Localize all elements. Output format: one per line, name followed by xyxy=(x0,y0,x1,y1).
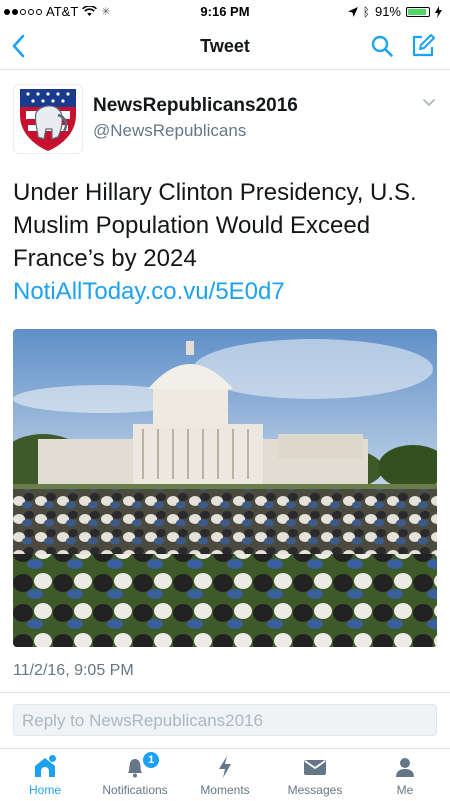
charging-bolt-icon xyxy=(435,5,442,18)
republican-shield-logo xyxy=(20,89,76,151)
status-bar: AT&T ✳ 9:16 PM ᛒ 91% xyxy=(0,0,450,24)
tweet-link[interactable]: NotiAllToday.co.vu/5E0d7 xyxy=(13,278,285,305)
tweet-body: Under Hillary Clinton Presidency, U.S. M… xyxy=(13,179,417,273)
envelope-icon xyxy=(304,760,326,775)
tweet-text: Under Hillary Clinton Presidency, U.S. M… xyxy=(13,176,443,308)
avatar[interactable] xyxy=(13,84,83,154)
notification-badge: 1 xyxy=(142,751,161,769)
compose-icon[interactable] xyxy=(410,33,436,59)
chevron-down-icon[interactable] xyxy=(422,98,436,108)
divider xyxy=(0,692,450,693)
bluetooth-icon: ᛒ xyxy=(362,4,370,19)
tab-me[interactable]: Me xyxy=(360,749,450,801)
tweet-photo[interactable] xyxy=(13,329,437,647)
tab-label: Me xyxy=(396,783,414,797)
battery-percent: 91% xyxy=(374,4,401,19)
user-handle[interactable]: @NewsRepublicans xyxy=(93,121,246,141)
tab-notifications[interactable]: 1 Notifications xyxy=(90,749,180,801)
reply-input[interactable]: Reply to NewsRepublicans2016 xyxy=(13,704,437,736)
tweet-timestamp: 11/2/16, 9:05 PM xyxy=(13,662,134,679)
new-content-dot xyxy=(48,755,56,762)
capitol-prayer-photo xyxy=(13,329,437,647)
location-arrow-icon xyxy=(347,6,358,17)
tab-moments[interactable]: Moments xyxy=(180,749,270,801)
tab-label: Notifications xyxy=(102,783,168,797)
tab-messages[interactable]: Messages xyxy=(270,749,360,801)
battery-icon xyxy=(406,6,430,17)
tab-bar: Home 1 Notifications Moments Messages Me xyxy=(0,748,450,801)
status-right: ᛒ 91% xyxy=(347,4,442,19)
search-icon[interactable] xyxy=(370,34,394,58)
tab-label: Home xyxy=(28,783,61,797)
tab-label: Messages xyxy=(287,783,343,797)
navigation-bar: Tweet xyxy=(0,24,450,70)
display-name[interactable]: NewsRepublicans2016 xyxy=(93,95,298,117)
tab-home[interactable]: Home xyxy=(0,749,90,801)
lightning-icon xyxy=(219,756,231,778)
tab-label: Moments xyxy=(200,783,250,797)
person-icon xyxy=(396,758,414,777)
battery-fill xyxy=(408,8,426,15)
